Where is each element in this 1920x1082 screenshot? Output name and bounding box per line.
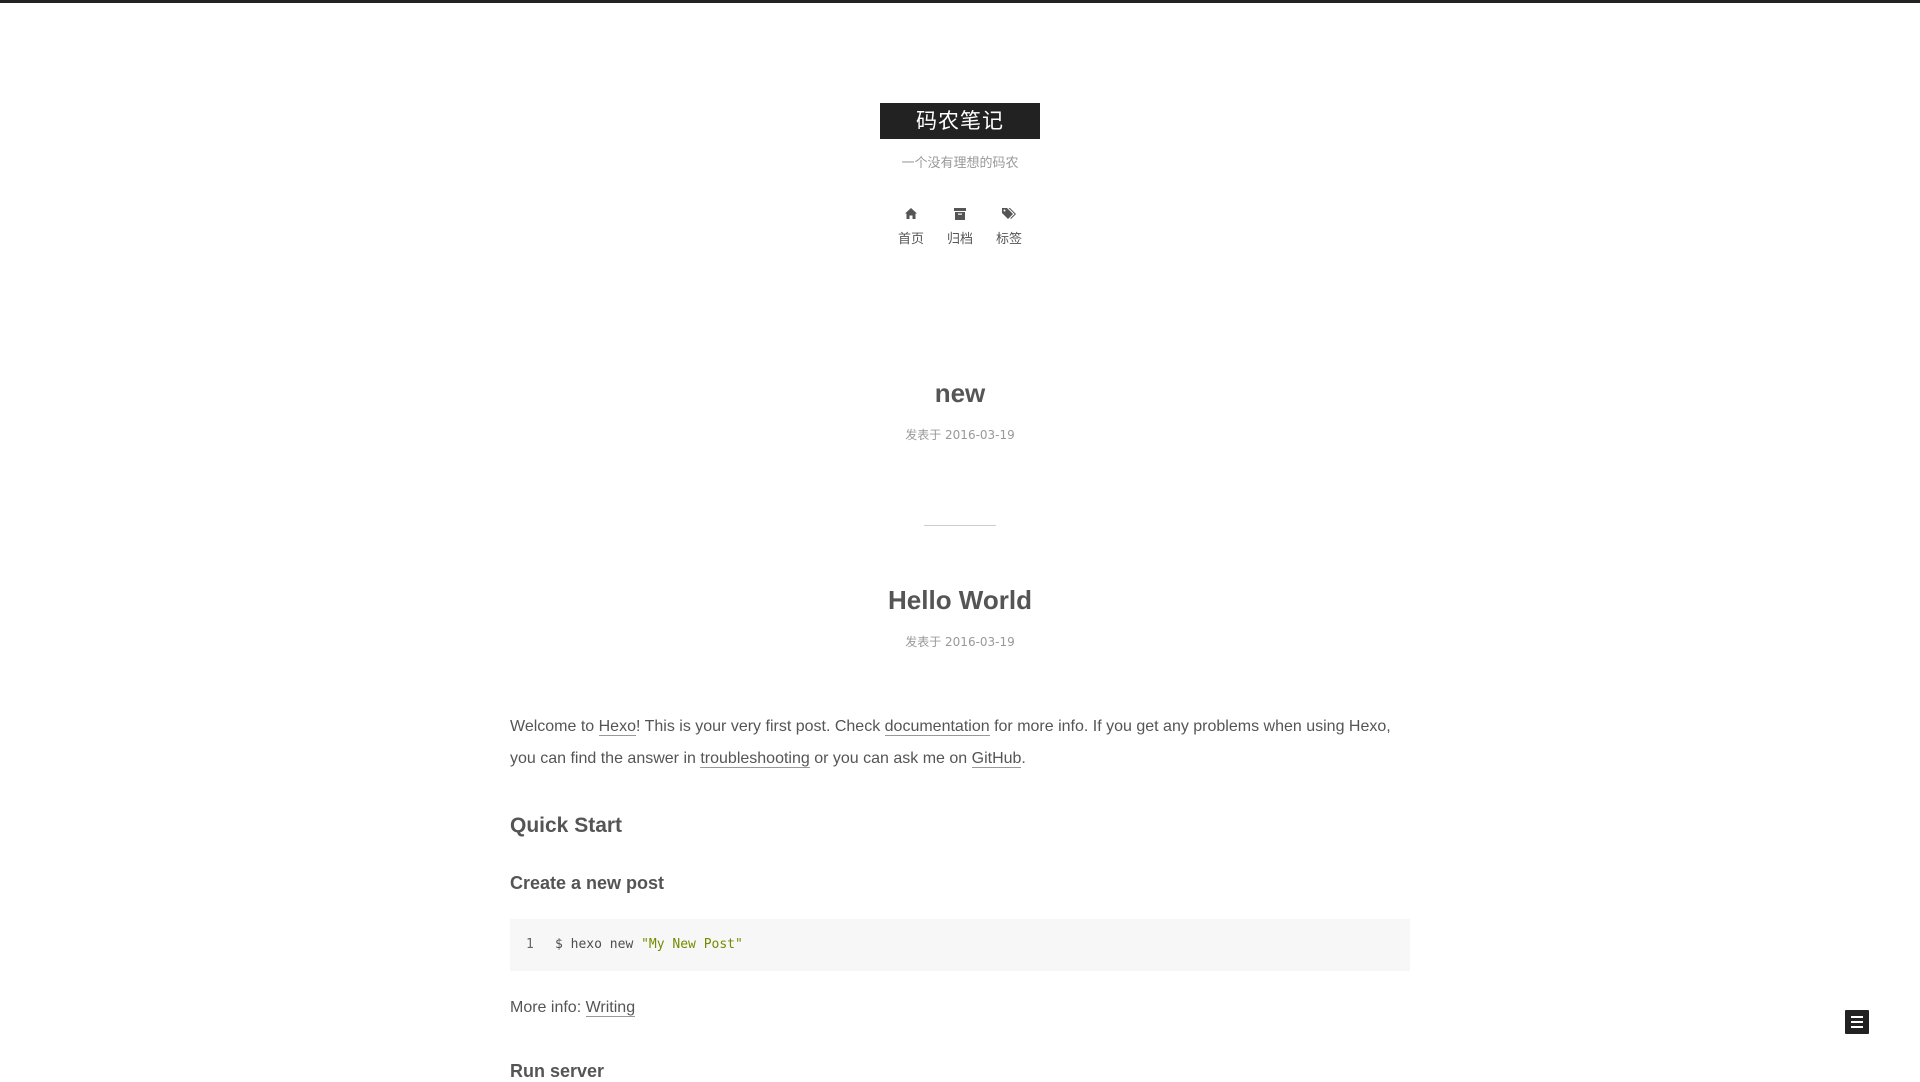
link-troubleshooting[interactable]: troubleshooting: [700, 750, 810, 768]
more-info-label: More info:: [510, 999, 586, 1016]
post-meta-hello-world: 发表于 2016-03-19: [905, 635, 1015, 649]
menu-label-archives: 归档: [946, 232, 973, 247]
menu-label-home: 首页: [897, 232, 924, 247]
heading-quick-start: Quick Start: [510, 814, 623, 837]
top-border: [0, 0, 1920, 3]
heading-create-post: Create a new post: [510, 873, 665, 893]
site-title[interactable]: 码农笔记: [880, 103, 1040, 139]
link-github[interactable]: GitHub: [971, 750, 1022, 768]
menu-bar-icon: [1851, 1026, 1863, 1028]
menu-bar-icon: [1851, 1016, 1863, 1018]
menu-bar-icon: [1851, 1021, 1863, 1023]
menu-item-home[interactable]: 首页: [887, 202, 936, 252]
more-info-paragraph: More info: Writing: [510, 993, 636, 1023]
code-string: "My New Post": [641, 937, 743, 952]
tags-icon: [985, 204, 1034, 224]
post-intro-paragraph: Welcome to Hexo! This is your very first…: [510, 711, 1410, 775]
code-line-number: 1: [526, 937, 534, 952]
intro-text-2: ! This is your very first post. Check: [635, 718, 885, 735]
post-title-hello-world[interactable]: Hello World: [460, 585, 1460, 616]
menu-label-tags: 标签: [995, 232, 1022, 247]
home-icon: [887, 204, 936, 224]
menu-item-tags[interactable]: 标签: [985, 202, 1034, 252]
menu-item-archives[interactable]: 归档: [936, 202, 985, 252]
code-line: $ hexo new "My New Post": [555, 919, 743, 971]
post-title-new[interactable]: new: [460, 378, 1460, 409]
link-documentation[interactable]: documentation: [884, 718, 990, 736]
code-command: $ hexo new: [555, 937, 642, 952]
main-menu: 首页 归档 标签: [880, 202, 1040, 252]
link-hexo[interactable]: Hexo: [598, 718, 636, 736]
heading-run-server: Run server: [510, 1061, 605, 1081]
intro-text-5: .: [1021, 750, 1026, 767]
post-divider: [924, 525, 996, 526]
code-block: 1 $ hexo new "My New Post": [510, 919, 1410, 971]
intro-text-4: or you can ask me on: [809, 750, 972, 767]
archive-icon: [936, 204, 985, 224]
sidebar-toggle-button[interactable]: [1845, 1010, 1869, 1034]
link-writing[interactable]: Writing: [585, 999, 636, 1017]
site-subtitle: 一个没有理想的码农: [901, 156, 1019, 171]
post-meta-new: 发表于 2016-03-19: [905, 428, 1015, 442]
intro-text-1: Welcome to: [510, 718, 599, 735]
